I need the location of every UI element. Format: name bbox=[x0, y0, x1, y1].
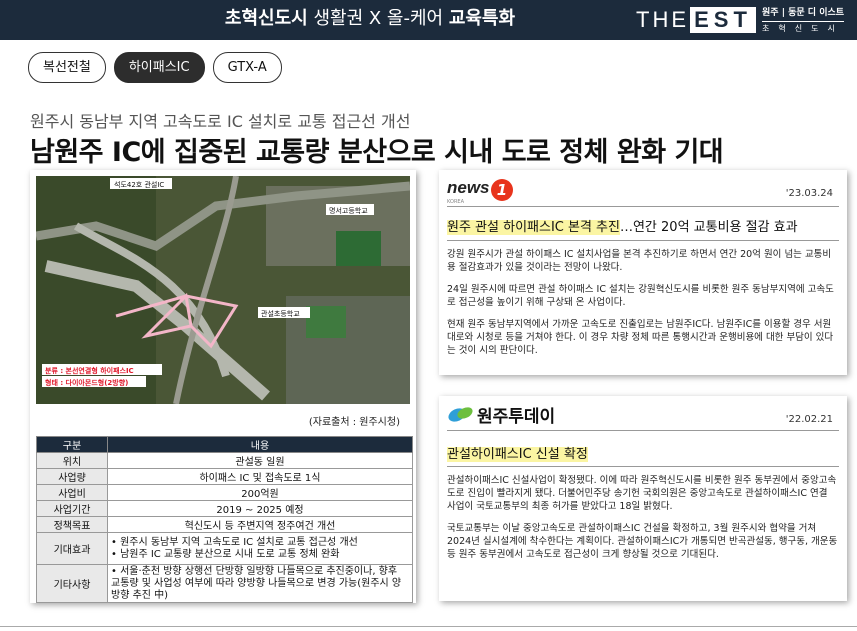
brand-est: EST bbox=[690, 7, 756, 33]
tab-hipass-ic[interactable]: 하이패스IC bbox=[113, 52, 205, 83]
news-headline-highlight: 관설하이패스IC 신설 확정 bbox=[447, 447, 588, 462]
header-bar: 초혁신도시 생활권 X 올-케어 교육특화 THE EST 원주 | 동문 디 … bbox=[0, 0, 857, 40]
news-headline: 원주 관설 하이패스IC 본격 추진…연간 20억 교통비용 절감 효과 bbox=[447, 216, 798, 235]
brand-tagline: 초혁신도시 bbox=[762, 21, 844, 34]
news-body: 관설하이패스IC 신설사업이 확정됐다. 이에 따라 원주혁신도시를 비롯한 원… bbox=[447, 474, 839, 570]
wonju-today-logo-text: 원주투데이 bbox=[477, 407, 556, 427]
row-value: 2019 ~ 2025 예정 bbox=[107, 500, 413, 517]
news1-logo-number: 1 bbox=[491, 179, 513, 201]
page-headline: 남원주 IC에 집중된 교통량 분산으로 시내 도로 정체 완화 기대 bbox=[30, 137, 724, 168]
row-key: 사업비 bbox=[36, 484, 108, 501]
row-value: 혁신도시 등 주변지역 정주여건 개선 bbox=[107, 516, 413, 533]
table-row: 사업비 200억원 bbox=[36, 484, 413, 501]
map-label-school1: 명서고등학교 bbox=[329, 206, 368, 215]
news1-logo-text: news bbox=[447, 178, 490, 197]
news-paragraph: 국토교통부는 이날 중앙고속도로 관설하이패스IC 건설을 확정하고, 3월 원… bbox=[447, 523, 838, 560]
map-label-top: 석도42호 관설IC bbox=[114, 180, 164, 189]
map-caption-type: 분류 : 본선연결형 하이패스IC bbox=[45, 366, 134, 375]
news1-logo: news 1 KOREA bbox=[447, 178, 527, 205]
tab-gtx-a[interactable]: GTX-A bbox=[212, 52, 282, 83]
topic-tabs: 복선전철 하이패스IC GTX-A bbox=[28, 52, 282, 83]
news-card-wonju-today: 원주투데이 '22.02.21 관설하이패스IC 신설 확정 관설하이패스IC … bbox=[439, 396, 847, 601]
news-body: 강원 원주시가 관설 하이패스 IC 설치사업을 본격 추진하기로 하면서 연간… bbox=[447, 248, 839, 366]
row-key: 기대효과 bbox=[36, 532, 108, 565]
aerial-map-image: 석도42호 관설IC 명서고등학교 관설초등학교 분류 : 본선연결형 하이패스… bbox=[36, 176, 410, 404]
subheadline: 원주시 동남부 지역 고속도로 IC 설치로 교통 접근선 개선 bbox=[30, 112, 411, 131]
row-value: 관설동 일원 bbox=[107, 452, 413, 469]
news-paragraph: 강원 원주시가 관설 하이패스 IC 설치사업을 본격 추진하기로 하면서 연간… bbox=[447, 249, 832, 273]
news-headline-highlight: 원주 관설 하이패스IC 본격 추진 bbox=[447, 220, 620, 235]
news-headline-rest: …연간 20억 교통비용 절감 효과 bbox=[619, 220, 798, 235]
table-row: 사업기간 2019 ~ 2025 예정 bbox=[36, 500, 413, 517]
news-paragraph: 24일 원주시에 따르면 관설 하이패스 IC 설치는 강원혁신도시를 비롯한 … bbox=[447, 284, 834, 308]
table-row: 기대효과 • 원주시 동남부 지역 고속도로 IC 설치로 교통 접근성 개선 … bbox=[36, 532, 413, 565]
effect-line: • 남원주 IC 교통량 분산으로 시내 도로 교통 정체 완화 bbox=[111, 548, 340, 560]
table-row: 기타사항 • 서울·춘천 방향 상행선 단방향 일방향 나들목으로 추진중이나,… bbox=[36, 564, 413, 603]
news-paragraph: 관설하이패스IC 신설사업이 확정됐다. 이에 따라 원주혁신도시를 비롯한 원… bbox=[447, 475, 837, 512]
row-value: 200억원 bbox=[107, 484, 413, 501]
news1-logo-korea: KOREA bbox=[447, 199, 464, 205]
header-title-middle: 생활권 X 올-케어 bbox=[307, 8, 449, 29]
wonju-today-logo-icon bbox=[448, 407, 473, 422]
row-key: 정책목표 bbox=[36, 516, 108, 533]
brand-subtitle: 원주 | 동문 디 이스트 bbox=[762, 8, 845, 18]
footer-divider bbox=[0, 626, 857, 627]
news-paragraph: 현재 원주 동남부지역에서 가까운 고속도로 진출입로는 남원주IC다. 남원주… bbox=[447, 319, 834, 356]
row-key: 기타사항 bbox=[36, 564, 108, 603]
divider bbox=[447, 430, 839, 431]
row-key: 사업량 bbox=[36, 468, 108, 485]
ic-overview-panel: 석도42호 관설IC 명서고등학교 관설초등학교 분류 : 본선연결형 하이패스… bbox=[30, 170, 416, 603]
effect-line: • 원주시 동남부 지역 고속도로 IC 설치로 교통 접근성 개선 bbox=[111, 536, 358, 548]
map-label-school2: 관설초등학교 bbox=[261, 309, 300, 318]
project-info-table: 구분 내용 위치 관설동 일원 사업량 하이패스 IC 및 접속도로 1식 사업비 2… bbox=[36, 436, 413, 603]
etc-text: • 서울·춘천 방향 상행선 단방향 일방향 나들목으로 추진중이나, 향후 교… bbox=[111, 565, 402, 601]
row-key: 사업기간 bbox=[36, 500, 108, 517]
aerial-map-graphic: 석도42호 관설IC 명서고등학교 관설초등학교 분류 : 본선연결형 하이패스… bbox=[36, 176, 410, 404]
table-row: 위치 관설동 일원 bbox=[36, 452, 413, 469]
news-headline: 관설하이패스IC 신설 확정 bbox=[447, 443, 588, 462]
row-value-etc: • 서울·춘천 방향 상행선 단방향 일방향 나들목으로 추진중이나, 향후 교… bbox=[107, 564, 413, 603]
row-value-effect: • 원주시 동남부 지역 고속도로 IC 설치로 교통 접근성 개선 • 남원주… bbox=[107, 532, 413, 565]
tab-double-track-rail[interactable]: 복선전철 bbox=[28, 52, 106, 83]
divider bbox=[447, 206, 839, 207]
row-key: 위치 bbox=[36, 452, 108, 469]
table-header-content: 내용 bbox=[107, 436, 413, 453]
news-card-news1: news 1 KOREA '23.03.24 원주 관설 하이패스IC 본격 추… bbox=[439, 170, 847, 375]
news-date: '23.03.24 bbox=[785, 188, 833, 199]
header-title-bold-1: 초혁신도시 bbox=[224, 8, 308, 29]
header-title-bold-2: 교육특화 bbox=[448, 8, 516, 29]
table-header-row: 구분 내용 bbox=[36, 436, 413, 453]
map-caption-shape: 형태 : 다이아몬드형(2방향) bbox=[45, 378, 128, 387]
table-row: 정책목표 혁신도시 등 주변지역 정주여건 개선 bbox=[36, 516, 413, 533]
row-value: 하이패스 IC 및 접속도로 1식 bbox=[107, 468, 413, 485]
table-row: 사업량 하이패스 IC 및 접속도로 1식 bbox=[36, 468, 413, 485]
news-date: '22.02.21 bbox=[785, 414, 833, 425]
divider bbox=[447, 466, 839, 467]
brand-the: THE bbox=[636, 7, 689, 32]
header-title: 초혁신도시 생활권 X 올-케어 교육특화 bbox=[0, 0, 740, 40]
image-source: (자료출처 : 원주시청) bbox=[308, 417, 400, 428]
table-header-category: 구분 bbox=[36, 436, 108, 453]
divider bbox=[447, 240, 839, 241]
